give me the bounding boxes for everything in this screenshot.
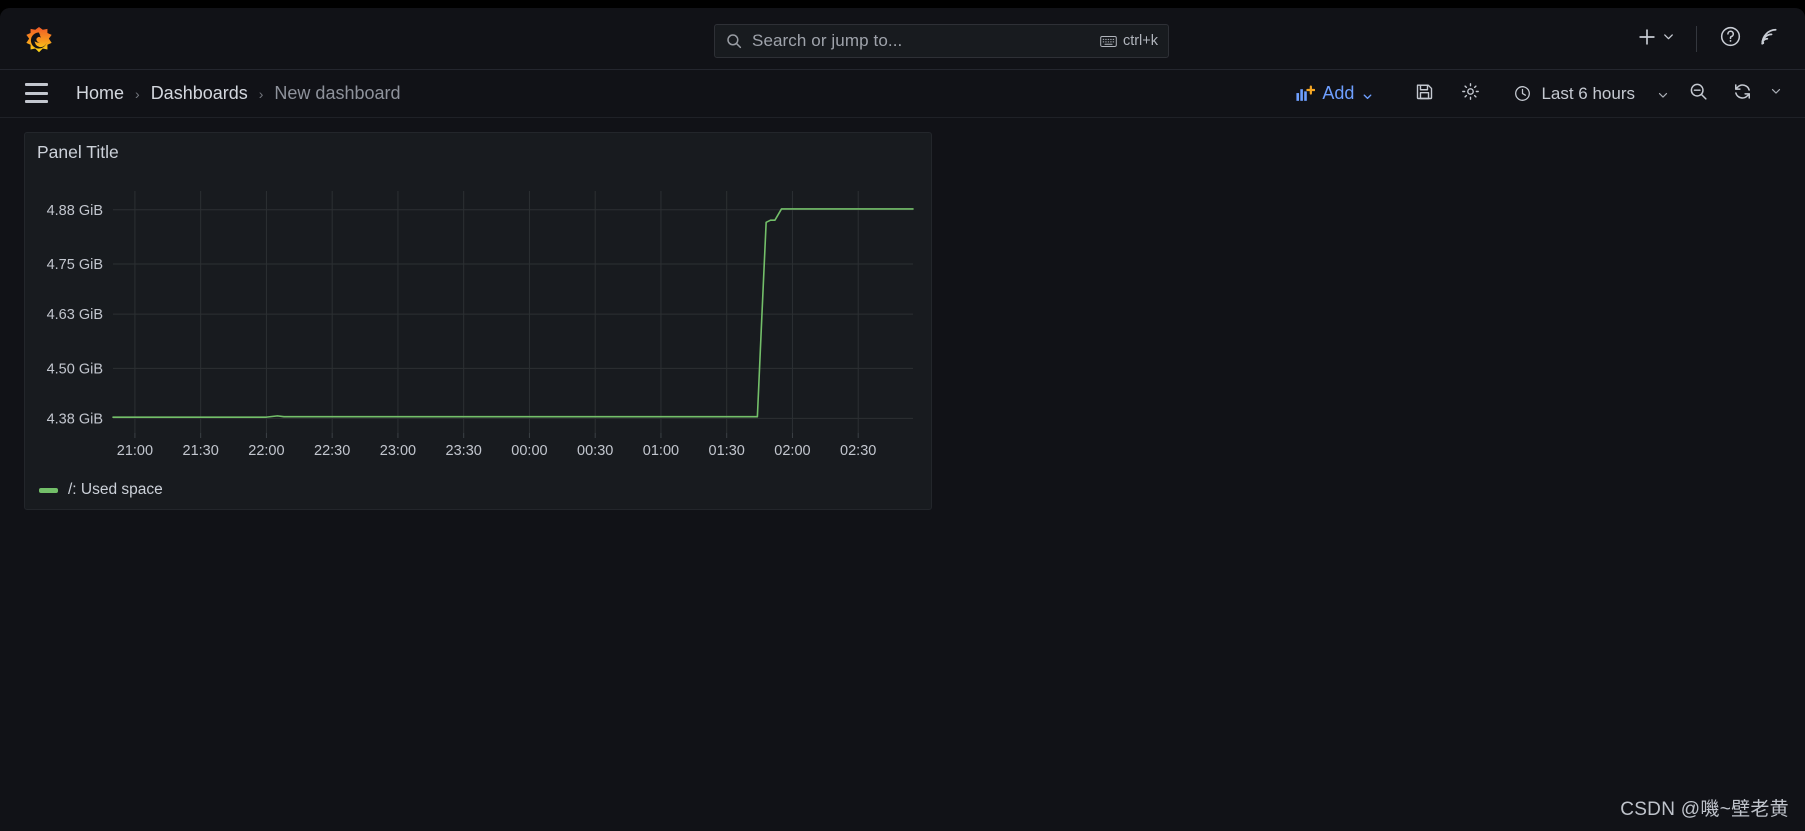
toolbar-actions: Add Last 6 hours: [1287, 70, 1791, 118]
time-range-label: Last 6 hours: [1541, 83, 1635, 103]
grafana-app: Search or jump to... ctrl+k Home › Dashb…: [0, 8, 1805, 831]
search-shortcut-badge: ctrl+k: [1100, 33, 1158, 49]
refresh-dashboard-button[interactable]: [1723, 77, 1761, 111]
search-input[interactable]: Search or jump to... ctrl+k: [714, 24, 1169, 58]
time-range-picker[interactable]: Last 6 hours: [1503, 78, 1679, 110]
help-circle-icon: [1719, 25, 1742, 53]
new-button[interactable]: [1630, 22, 1682, 56]
y-axis-tick-label: 4.88 GiB: [47, 203, 103, 219]
topnav-divider: [1696, 26, 1697, 52]
x-axis-tick-label: 21:00: [117, 443, 153, 459]
x-axis-tick-label: 21:30: [183, 443, 219, 459]
chevron-down-icon: [1656, 87, 1669, 100]
x-axis-tick-label: 00:30: [577, 443, 613, 459]
search-icon: [725, 32, 743, 50]
top-navigation-bar: Search or jump to... ctrl+k: [0, 8, 1805, 70]
refresh-interval-dropdown[interactable]: [1761, 77, 1791, 111]
y-axis-tick-label: 4.75 GiB: [47, 257, 103, 273]
grafana-logo-icon[interactable]: [24, 26, 54, 56]
dashboard-panel[interactable]: Panel Title 4.38 GiB 4.50 GiB 4.63 GiB 4.75…: [24, 132, 932, 510]
panel-legend[interactable]: /: Used space: [39, 481, 163, 499]
plus-icon: [1636, 26, 1658, 53]
breadcrumb-item-dashboards[interactable]: Dashboards: [151, 83, 248, 104]
chevron-down-icon: [1769, 84, 1783, 103]
zoom-out-icon: [1688, 81, 1709, 107]
x-axis-tick-label: 00:00: [511, 443, 547, 459]
clock-icon: [1513, 84, 1532, 103]
legend-item-label: /: Used space: [68, 481, 163, 498]
breadcrumb-separator: ›: [135, 85, 140, 102]
chart-svg: 4.38 GiB 4.50 GiB 4.63 GiB 4.75 GiB 4.88 GiB…: [47, 191, 914, 459]
x-axis-tick-label: 02:30: [840, 443, 876, 459]
x-axis-tick-label: 23:30: [446, 443, 482, 459]
y-axis-tick-label: 4.50 GiB: [47, 361, 103, 377]
series-line: [112, 208, 914, 418]
panel-title[interactable]: Panel Title: [37, 142, 119, 163]
x-axis-tick-label: 01:00: [643, 443, 679, 459]
chevron-down-icon: [1661, 29, 1676, 49]
legend-color-swatch: [39, 487, 58, 493]
keyboard-icon: [1100, 35, 1117, 48]
breadcrumb-item-home[interactable]: Home: [76, 83, 124, 104]
dashboard-toolbar: Home › Dashboards › New dashboard Add La…: [0, 70, 1805, 118]
x-axis-tick-label: 22:30: [314, 443, 350, 459]
add-panel-icon: [1296, 85, 1316, 102]
save-dashboard-button[interactable]: [1405, 77, 1443, 111]
search-shortcut-label: ctrl+k: [1122, 33, 1158, 49]
breadcrumb-separator: ›: [258, 85, 264, 102]
refresh-icon: [1732, 81, 1753, 107]
breadcrumb-item-new-dashboard: New dashboard: [274, 83, 401, 103]
dashboard-canvas: Panel Title 4.38 GiB 4.50 GiB 4.63 GiB 4.75…: [0, 118, 1805, 831]
gear-icon: [1460, 81, 1481, 107]
help-button[interactable]: [1711, 22, 1749, 56]
breadcrumb: Home › Dashboards › New dashboard: [76, 83, 401, 104]
chevron-down-icon: [1361, 87, 1374, 100]
y-axis-tick-label: 4.63 GiB: [47, 307, 103, 323]
zoom-out-time-button[interactable]: [1679, 77, 1717, 111]
x-axis-tick-label: 02:00: [774, 443, 810, 459]
dashboard-settings-button[interactable]: [1451, 77, 1489, 111]
news-button[interactable]: [1749, 22, 1787, 56]
x-axis-tick-label: 01:30: [709, 443, 745, 459]
time-series-plot[interactable]: 4.38 GiB 4.50 GiB 4.63 GiB 4.75 GiB 4.88 GiB…: [25, 173, 933, 511]
x-axis-tick-label: 22:00: [248, 443, 284, 459]
add-panel-button[interactable]: Add: [1287, 78, 1383, 109]
save-disk-icon: [1414, 81, 1435, 107]
y-axis-tick-label: 4.38 GiB: [47, 411, 103, 427]
x-axis-tick-label: 23:00: [380, 443, 416, 459]
hamburger-menu-icon[interactable]: [25, 83, 48, 103]
watermark-text: CSDN @嘰~壁老黄: [1620, 799, 1789, 820]
rss-feed-icon: [1757, 25, 1780, 53]
topnav-actions: [1630, 8, 1787, 70]
add-panel-label: Add: [1322, 83, 1355, 103]
search-placeholder-text: Search or jump to...: [752, 31, 903, 50]
